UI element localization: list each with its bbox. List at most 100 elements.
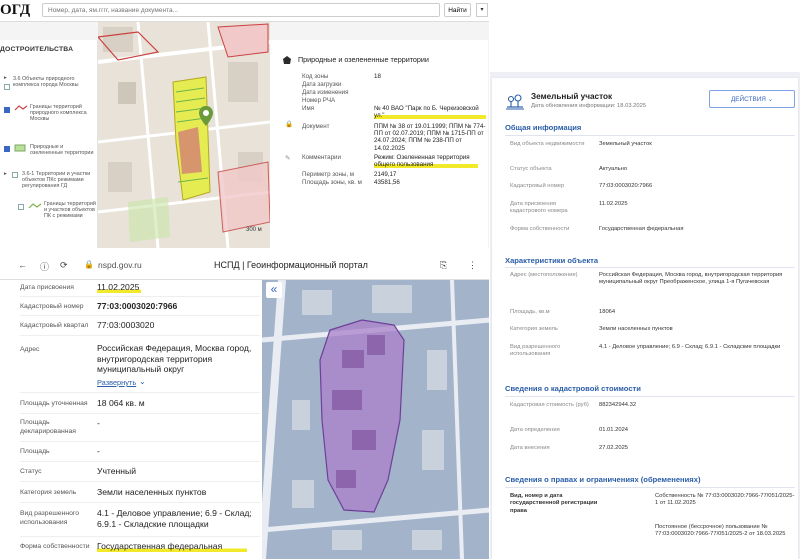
field-label: Вид, номер и дата государственной регист…: [510, 493, 598, 514]
prop-label: Категория земель: [20, 489, 77, 496]
divider: [505, 267, 795, 268]
section-title-characteristics: Характеристики объекта: [505, 256, 599, 265]
section-title-cost: Сведения о кадастровой стоимости: [505, 384, 641, 393]
info-label: Имя: [302, 105, 315, 112]
layer-toggle-icon[interactable]: ▸: [4, 171, 7, 177]
nspd-map[interactable]: «: [262, 280, 490, 559]
prop-value: 77:03:0003020: [97, 320, 155, 330]
divider: [20, 296, 260, 297]
page-title: НСПД | Геоинформационный портал: [214, 260, 368, 270]
isogd-header: ОГД Найти ▾: [0, 0, 490, 22]
layer-toggle-icon[interactable]: ▸: [4, 75, 7, 81]
layer-checkbox[interactable]: [4, 146, 10, 152]
field-value: 27.02.2025: [599, 445, 629, 451]
divider: [20, 481, 260, 482]
field-value: 11.02.2025: [599, 201, 628, 207]
field-label: Вид разрешенного использования: [510, 344, 561, 358]
field-value: 01.01.2024: [599, 427, 629, 433]
back-icon[interactable]: ←: [18, 260, 27, 270]
chevron-down-icon[interactable]: ⌄: [139, 377, 146, 386]
actions-button[interactable]: ДЕЙСТВИЯ ⌄: [709, 90, 795, 108]
boundary-line-icon: [28, 203, 42, 209]
field-label: Форма собственности: [510, 226, 570, 232]
info-value: № 40 ВАО "Парк по Б. Черкизовской ул.": [374, 105, 486, 120]
feature-info-panel: Природные и озелененные территории Код з…: [270, 40, 488, 248]
prop-label: Дата присвоения: [20, 284, 74, 291]
prop-value: Учтенный: [97, 466, 137, 476]
field-value: 4.1 - Деловое управление; 6.9 - Склад; 6…: [599, 344, 781, 350]
share-icon[interactable]: ⎘: [440, 260, 447, 271]
chevron-down-icon[interactable]: ▾: [476, 3, 488, 17]
divider: [20, 441, 260, 442]
info-label: Дата изменения: [302, 89, 349, 96]
divider: [20, 502, 260, 503]
info-value: 43581,56: [374, 179, 400, 186]
divider: [20, 392, 260, 393]
more-icon[interactable]: ⋮: [468, 260, 477, 271]
field-value: Собственность № 77:03:0003020:7966-77/05…: [655, 493, 795, 507]
info-label: Код зоны: [302, 73, 329, 80]
field-label: Категория земель: [510, 326, 558, 332]
field-value: 77:03:0003020:7966: [599, 183, 653, 189]
prop-value: Государственная федеральная: [97, 541, 247, 552]
green-area-icon: [14, 144, 26, 152]
layer-group-label: 3.6-1 Территории и участки объектов ПКс …: [22, 171, 91, 190]
layer-checkbox[interactable]: [4, 84, 10, 90]
isogd-map[interactable]: 300 м: [98, 22, 270, 248]
divider: [505, 135, 795, 136]
nspd-properties: Дата присвоения 11.02.2025 Кадастровый н…: [0, 280, 262, 559]
feature-title: Природные и озелененные территории: [298, 55, 429, 64]
prop-label: Вид разрешенного использования: [20, 510, 79, 526]
field-label: Кадастровый номер: [510, 183, 565, 189]
layer-checkbox[interactable]: [18, 204, 24, 210]
map-canvas: [98, 22, 270, 248]
field-label: Адрес (местоположение): [510, 272, 578, 278]
field-value: Земельный участок: [599, 141, 652, 147]
prop-value: -: [97, 418, 100, 428]
collapse-panel-button[interactable]: «: [266, 282, 282, 298]
comment-icon: ✎: [285, 155, 291, 162]
land-plot-icon: [506, 94, 524, 110]
field-value: Актуально: [599, 166, 628, 172]
map-scale: 300 м: [246, 227, 262, 233]
field-value: 18064: [599, 309, 616, 315]
refresh-icon[interactable]: ⟳: [60, 260, 68, 271]
card-update-date: Дата обновления информации: 18.03.2025: [531, 103, 647, 109]
layer-checkbox[interactable]: [4, 107, 10, 113]
layer-label: Границы территорий природного комплекса …: [30, 104, 87, 123]
info-label: Дата загрузки: [302, 81, 342, 88]
section-title-general: Общая информация: [505, 123, 582, 132]
prop-value: 18 064 кв. м: [97, 398, 145, 408]
layer-label: Природные и озелененные территории: [30, 144, 94, 157]
info-label: Площадь зоны, кв. м: [302, 179, 362, 186]
nspd-panel: ← ⓘ ⟳ 🔒 nspd.gov.ru НСПД | Геоинформацио…: [0, 250, 490, 559]
field-value: Земли населенных пунктов: [599, 326, 673, 332]
info-value: Режим: Озелененная территория общего пол…: [374, 154, 478, 169]
layers-title: ДОСТРОИТЕЛЬСТВА: [0, 46, 74, 53]
prop-label: Площадь: [20, 448, 50, 455]
expand-link[interactable]: Развернуть: [97, 378, 136, 387]
field-value: 882342944.32: [599, 402, 637, 408]
field-label: Кадастровая стоимость (руб): [510, 402, 589, 408]
field-label: Дата внесения: [510, 445, 550, 451]
divider: [20, 335, 260, 336]
info-label: Номер РЧА: [302, 97, 336, 104]
url-text[interactable]: nspd.gov.ru: [98, 260, 142, 270]
field-label: Площадь, кв.м: [510, 309, 550, 315]
prop-label: Площадь уточненная: [20, 400, 88, 407]
boundary-line-icon: [14, 105, 28, 111]
location-pin-icon[interactable]: [198, 105, 214, 127]
field-label: Дата определения: [510, 427, 560, 433]
map-canvas: [262, 280, 490, 559]
isogd-panel: ОГД Найти ▾ ДОСТРОИТЕЛЬСТВА ▸ 3.6 Объект…: [0, 0, 490, 248]
prop-label: Площадь декларированная: [20, 419, 76, 435]
divider: [505, 396, 795, 397]
prop-value: Земли населенных пунктов: [97, 487, 207, 497]
layer-checkbox[interactable]: [12, 172, 18, 178]
search-button[interactable]: Найти: [444, 3, 471, 17]
info-icon[interactable]: ⓘ: [40, 260, 49, 273]
lock-icon: 🔒: [84, 260, 94, 269]
prop-value: 11.02.2025: [97, 282, 141, 293]
search-input[interactable]: [42, 3, 440, 17]
prop-value: 4.1 - Деловое управление; 6.9 - Склад; 6…: [97, 508, 252, 529]
